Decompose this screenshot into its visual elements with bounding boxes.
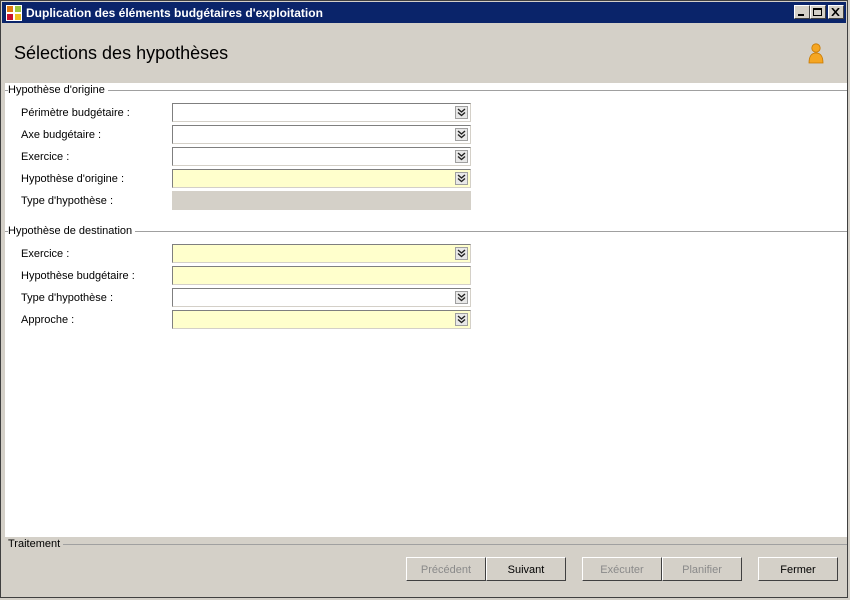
page-title: Sélections des hypothèses bbox=[14, 43, 229, 63]
double-chevron-down-icon[interactable] bbox=[455, 106, 468, 119]
double-chevron-down-icon[interactable] bbox=[455, 291, 468, 304]
next-button[interactable]: Suivant bbox=[486, 557, 566, 581]
execute-button[interactable]: Exécuter bbox=[582, 557, 662, 581]
schedule-button[interactable]: Planifier bbox=[662, 557, 742, 581]
hypothese-origine-select[interactable] bbox=[172, 169, 471, 188]
hypothese-budgetaire-input[interactable] bbox=[172, 266, 471, 285]
hypothese-origine-label: Hypothèse d'origine : bbox=[21, 173, 124, 185]
double-chevron-down-icon[interactable] bbox=[455, 247, 468, 260]
perimetre-label: Périmètre budgétaire : bbox=[21, 107, 130, 119]
double-chevron-down-icon[interactable] bbox=[455, 128, 468, 141]
app-grid-icon bbox=[6, 5, 22, 21]
footer-title: Traitement bbox=[8, 538, 64, 550]
type-hypothese-dest-label: Type d'hypothèse : bbox=[21, 292, 113, 304]
exercice-origin-label: Exercice : bbox=[21, 151, 70, 163]
hypothese-budgetaire-label: Hypothèse budgétaire : bbox=[21, 270, 135, 282]
axe-label: Axe budgétaire : bbox=[21, 129, 102, 141]
title-bar[interactable]: Duplication des éléments budgétaires d'e… bbox=[2, 2, 846, 23]
close-icon bbox=[831, 8, 840, 16]
exercice-dest-select[interactable] bbox=[172, 244, 471, 263]
minimize-icon bbox=[798, 14, 804, 16]
perimetre-select[interactable] bbox=[172, 103, 471, 122]
wizard-header: Sélections des hypothèses bbox=[5, 25, 847, 83]
axe-select[interactable] bbox=[172, 125, 471, 144]
footer-panel: Traitement Précédent Suivant Exécuter Pl… bbox=[5, 537, 847, 597]
previous-button[interactable]: Précédent bbox=[406, 557, 486, 581]
double-chevron-down-icon[interactable] bbox=[455, 172, 468, 185]
approche-select[interactable] bbox=[172, 310, 471, 329]
footer-divider bbox=[63, 544, 847, 545]
origin-group-divider bbox=[5, 90, 847, 91]
type-hypothese-origin-label: Type d'hypothèse : bbox=[21, 195, 113, 207]
origin-group-title: Hypothèse d'origine bbox=[8, 84, 108, 96]
window-title: Duplication des éléments budgétaires d'e… bbox=[26, 6, 323, 20]
user-icon[interactable] bbox=[807, 43, 825, 65]
maximize-icon bbox=[813, 8, 822, 16]
type-hypothese-dest-select[interactable] bbox=[172, 288, 471, 307]
approche-label: Approche : bbox=[21, 314, 75, 326]
maximize-button[interactable] bbox=[810, 5, 826, 19]
double-chevron-down-icon[interactable] bbox=[455, 313, 468, 326]
exercice-dest-label: Exercice : bbox=[21, 248, 70, 260]
exercice-origin-select[interactable] bbox=[172, 147, 471, 166]
type-hypothese-origin-field bbox=[172, 191, 471, 210]
dest-group-title: Hypothèse de destination bbox=[8, 225, 136, 237]
form-content: Hypothèse d'origine Périmètre budgétaire… bbox=[5, 83, 847, 537]
minimize-button[interactable] bbox=[794, 5, 810, 19]
double-chevron-down-icon[interactable] bbox=[455, 150, 468, 163]
close-button[interactable]: Fermer bbox=[758, 557, 838, 581]
close-window-button[interactable] bbox=[828, 5, 844, 19]
application-window: Duplication des éléments budgétaires d'e… bbox=[0, 0, 848, 598]
